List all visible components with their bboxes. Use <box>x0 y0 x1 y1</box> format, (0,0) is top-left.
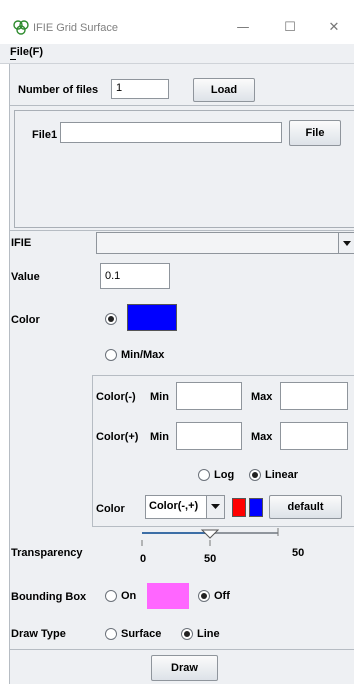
divider <box>9 230 354 231</box>
menu-file-underline <box>10 59 16 60</box>
color-pos-max-input[interactable] <box>280 422 348 450</box>
draw-type-surface-label: Surface <box>121 628 162 640</box>
draw-button[interactable]: Draw <box>151 655 218 681</box>
maximize-icon[interactable]: ☐ <box>280 18 300 38</box>
color-mode-select-value: Color(-,+) <box>149 500 199 512</box>
scale-log-label: Log <box>214 469 235 481</box>
color-neg-min-input[interactable] <box>176 382 242 410</box>
transparency-value: 50 <box>292 547 305 559</box>
scale-linear-label: Linear <box>265 469 299 481</box>
color-pos-swatch[interactable] <box>249 498 263 517</box>
chevron-down-icon[interactable] <box>338 233 354 253</box>
value-label: Value <box>11 271 40 283</box>
color-single-radio[interactable] <box>105 313 117 325</box>
number-of-files-input[interactable]: 1 <box>111 79 169 99</box>
file1-label: File1 <box>32 129 58 141</box>
menu-bar <box>0 44 354 64</box>
file1-path-input[interactable] <box>60 122 282 143</box>
transparency-tick-min: 0 <box>140 553 147 565</box>
menu-file[interactable]: File(F) <box>10 46 43 58</box>
bounding-box-off-label: Off <box>214 590 230 602</box>
ifie-label: IFIE <box>11 237 32 249</box>
file-browse-button[interactable]: File <box>289 120 341 146</box>
load-button[interactable]: Load <box>193 78 255 102</box>
app-icon <box>12 18 30 36</box>
transparency-tick-mid: 50 <box>204 553 217 565</box>
color-mode-label: Color <box>96 503 125 515</box>
color-pos-label: Color(+) <box>96 431 139 443</box>
color-pos-min-input[interactable] <box>176 422 242 450</box>
color-neg-max-label: Max <box>251 391 273 403</box>
close-icon[interactable]: ✕ <box>324 18 344 38</box>
default-button[interactable]: default <box>269 495 342 519</box>
transparency-label: Transparency <box>11 547 83 559</box>
color-pos-min-label: Min <box>150 431 169 443</box>
color-neg-max-input[interactable] <box>280 382 348 410</box>
number-of-files-label: Number of files <box>18 84 99 96</box>
minimize-icon[interactable]: — <box>233 18 253 38</box>
bounding-box-label: Bounding Box <box>11 591 87 603</box>
ifie-select[interactable] <box>96 232 354 254</box>
scale-log-radio[interactable] <box>198 469 210 481</box>
color-neg-label: Color(-) <box>96 391 136 403</box>
color-label: Color <box>11 314 40 326</box>
value-input[interactable]: 0.1 <box>100 263 170 289</box>
bounding-box-off-radio[interactable] <box>198 590 210 602</box>
draw-type-label: Draw Type <box>11 628 66 640</box>
draw-type-line-radio[interactable] <box>181 628 193 640</box>
transparency-slider[interactable] <box>140 528 280 548</box>
color-neg-min-label: Min <box>150 391 169 403</box>
bounding-box-on-label: On <box>121 590 137 602</box>
minmax-label: Min/Max <box>121 349 165 361</box>
color-pos-max-label: Max <box>251 431 273 443</box>
draw-type-surface-radio[interactable] <box>105 628 117 640</box>
draw-type-line-label: Line <box>197 628 220 640</box>
color-swatch[interactable] <box>127 304 177 331</box>
minmax-radio[interactable] <box>105 349 117 361</box>
bounding-box-swatch[interactable] <box>147 583 189 609</box>
window-title: IFIE Grid Surface <box>33 22 118 34</box>
bounding-box-on-radio[interactable] <box>105 590 117 602</box>
scale-linear-radio[interactable] <box>249 469 261 481</box>
color-mode-chevron-down-icon[interactable] <box>207 495 225 519</box>
color-neg-swatch[interactable] <box>232 498 246 517</box>
divider <box>9 649 354 650</box>
